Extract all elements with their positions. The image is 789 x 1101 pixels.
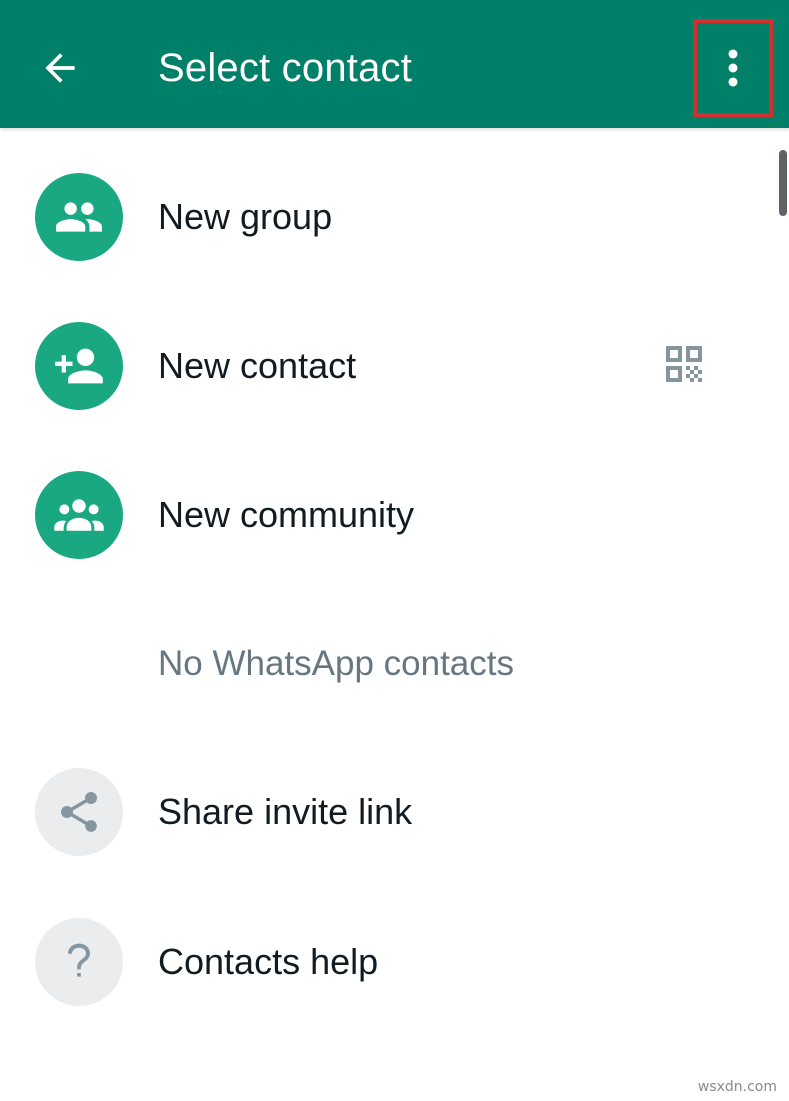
share-invite-link-label: Share invite link — [158, 791, 413, 832]
qr-code-button[interactable] — [656, 336, 712, 392]
new-community-avatar — [35, 471, 123, 559]
contacts-help-label: Contacts help — [158, 941, 379, 982]
share-avatar — [35, 768, 123, 856]
help-icon — [68, 943, 90, 977]
no-contacts-text: No WhatsApp contacts — [158, 644, 514, 683]
add-person-icon — [55, 348, 103, 384]
contacts-help-item[interactable]: Contacts help — [0, 912, 760, 1012]
share-invite-link-item[interactable]: Share invite link — [0, 762, 760, 862]
new-community-item[interactable]: New community — [0, 465, 760, 565]
app-bar: Select contact — [0, 0, 789, 128]
more-vertical-icon — [728, 49, 738, 87]
help-avatar — [35, 918, 123, 1006]
new-community-label: New community — [158, 494, 415, 535]
new-contact-avatar — [35, 322, 123, 410]
new-group-item[interactable]: New group — [0, 167, 760, 267]
community-icon — [54, 499, 104, 531]
watermark: wsxdn.com — [697, 1079, 777, 1095]
group-icon — [56, 202, 102, 232]
qr-code-icon — [666, 346, 702, 382]
new-group-avatar — [35, 173, 123, 261]
new-group-label: New group — [158, 196, 333, 237]
more-options-button[interactable] — [693, 19, 773, 117]
new-contact-label: New contact — [158, 345, 357, 386]
scrollbar-thumb[interactable] — [779, 150, 787, 216]
share-icon — [61, 792, 97, 832]
new-contact-item[interactable]: New contact — [0, 316, 760, 416]
back-button[interactable] — [30, 40, 90, 96]
page-title: Select contact — [158, 46, 413, 90]
select-contact-screen: Select contact New group New contact New… — [0, 0, 789, 1101]
arrow-left-icon — [45, 53, 75, 83]
